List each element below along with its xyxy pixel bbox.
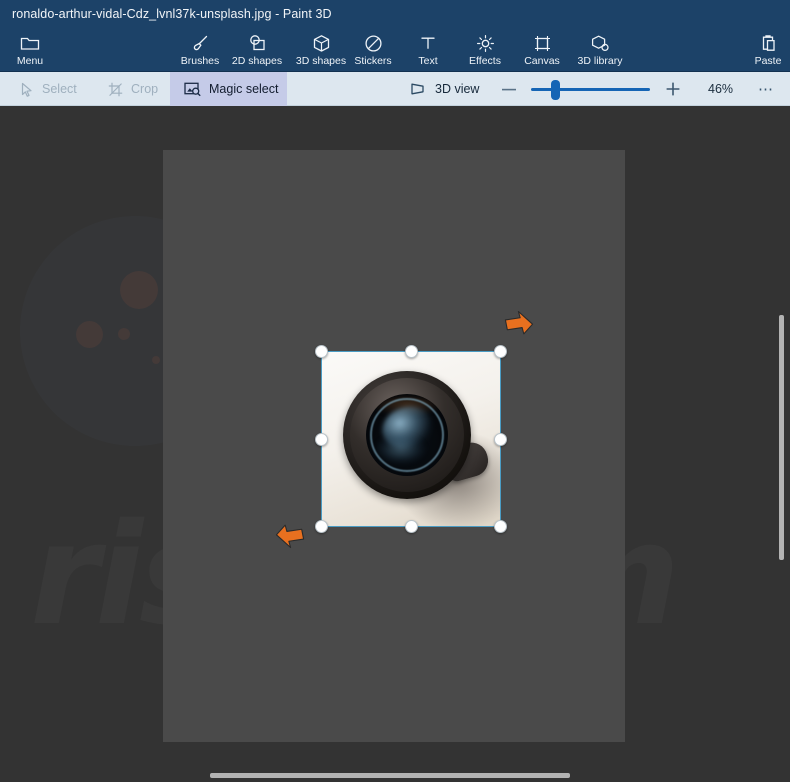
ribbon-item-stickers[interactable]: Stickers (348, 30, 398, 72)
zoom-slider-track[interactable] (531, 88, 650, 91)
crop-tool-label: Crop (131, 82, 159, 96)
watermark-dot (118, 328, 130, 340)
mug-body-shape (343, 371, 471, 499)
zoom-level-label: 46% (708, 82, 734, 96)
ribbon-item-3d-library[interactable]: 3D library (568, 30, 632, 72)
horizontal-scrollbar-thumb[interactable] (210, 773, 570, 778)
selection-handle-bottom-center[interactable] (405, 520, 418, 533)
3d-view-label: 3D view (435, 82, 480, 96)
more-options-button[interactable]: ⋯ (753, 72, 779, 106)
ribbon-label-canvas: Canvas (524, 55, 560, 67)
3d-library-icon (590, 32, 610, 54)
watermark-dot (120, 271, 158, 309)
zoom-out-button[interactable] (498, 72, 520, 106)
coffee-surface (366, 394, 448, 476)
text-icon (419, 32, 437, 54)
paintbrush-icon (191, 32, 210, 54)
title-bar: ronaldo-arthur-vidal-Cdz_lvnl37k-unsplas… (0, 0, 790, 28)
ribbon-item-3d-shapes[interactable]: 3D shapes (289, 30, 353, 72)
3d-cube-icon (312, 32, 331, 54)
ribbon-label-stickers: Stickers (354, 55, 392, 67)
magic-selection-region[interactable] (321, 351, 501, 527)
canvas-frame-icon (533, 32, 552, 54)
cursor-arrow-icon (20, 82, 34, 97)
vertical-scrollbar-thumb[interactable] (779, 315, 784, 560)
magic-select-tool-label: Magic select (209, 82, 279, 96)
select-tool-button[interactable]: Select (6, 72, 91, 106)
magic-select-icon (184, 82, 201, 97)
effects-sun-icon (476, 32, 495, 54)
ribbon-label-paste: Paste (754, 55, 782, 67)
magic-select-tool-button[interactable]: Magic select (170, 72, 287, 106)
ribbon-item-paste[interactable]: Paste (744, 30, 790, 72)
selection-handle-middle-right[interactable] (494, 433, 507, 446)
tool-options-bar: Select Crop Magic select 3D view 46% ⋯ (0, 72, 790, 106)
sticker-icon (364, 32, 383, 54)
select-tool-label: Select (42, 82, 77, 96)
selection-handle-bottom-right[interactable] (494, 520, 507, 533)
ribbon-item-canvas[interactable]: Canvas (516, 30, 568, 72)
ribbon-label-menu: Menu (16, 55, 44, 67)
selection-handle-top-center[interactable] (405, 345, 418, 358)
selection-handle-middle-left[interactable] (315, 433, 328, 446)
annotation-arrow-top-right (498, 310, 534, 352)
3d-view-button[interactable]: 3D view (396, 72, 493, 106)
ribbon-label-text: Text (418, 55, 438, 67)
selection-handle-top-left[interactable] (315, 345, 328, 358)
ribbon-label-brushes: Brushes (180, 55, 220, 67)
ribbon-label-3d-library: 3D library (577, 55, 623, 67)
annotation-arrow-bottom-left (274, 520, 312, 565)
zoom-slider-thumb[interactable] (551, 80, 560, 100)
coffee-cup-photo (322, 352, 500, 526)
ribbon-item-effects[interactable]: Effects (458, 30, 512, 72)
2d-shapes-icon (247, 32, 267, 54)
3d-view-icon (410, 82, 427, 96)
clipboard-paste-icon (759, 32, 777, 54)
ribbon-item-menu[interactable]: Menu (6, 30, 54, 72)
crop-tool-button[interactable]: Crop (94, 72, 172, 106)
ribbon-item-text[interactable]: Text (405, 30, 451, 72)
window-title: ronaldo-arthur-vidal-Cdz_lvnl37k-unsplas… (12, 7, 332, 21)
watermark-dot (76, 321, 103, 348)
coffee-highlight-secondary (375, 435, 426, 463)
selection-handle-bottom-left[interactable] (315, 520, 328, 533)
zoom-in-button[interactable] (662, 72, 684, 106)
mug-rim-shape (350, 378, 464, 492)
folder-icon (20, 32, 40, 54)
ribbon-item-brushes[interactable]: Brushes (175, 30, 225, 72)
ribbon-label-effects: Effects (469, 55, 501, 67)
ribbon-item-2d-shapes[interactable]: 2D shapes (225, 30, 289, 72)
ribbon-label-2d-shapes: 2D shapes (231, 55, 283, 67)
canvas-workspace[interactable]: PC rish.com (0, 106, 790, 782)
watermark-dot (152, 356, 160, 364)
ribbon-label-3d-shapes: 3D shapes (295, 55, 347, 67)
ribbon-toolbar: Menu Brushes 2D shapes 3D shapes Sticker (0, 28, 790, 72)
crop-icon (108, 82, 123, 97)
paint3d-window: ronaldo-arthur-vidal-Cdz_lvnl37k-unsplas… (0, 0, 790, 782)
